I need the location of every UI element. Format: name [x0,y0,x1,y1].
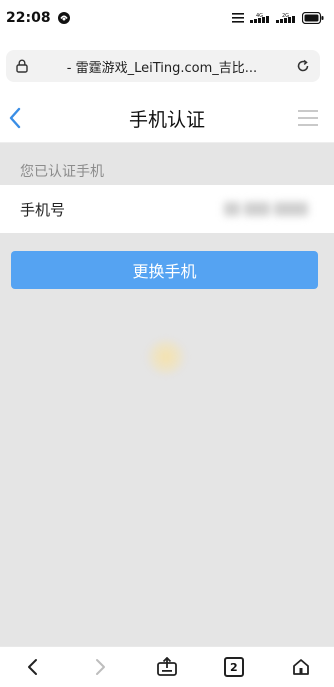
page-title-url[interactable]: - 雷霆游戏_LeiTing.com_吉比... [36,57,288,76]
signal-4g-icon: 4G [250,13,269,23]
page-header: 手机认证 [0,94,334,143]
signal-2g-icon: 2G [276,13,295,23]
nav-forward-button[interactable] [86,653,114,681]
share-icon [157,657,177,676]
battery-icon [302,12,324,24]
arrow-right-icon [96,659,106,675]
address-bar[interactable]: - 雷霆游戏_LeiTing.com_吉比... [6,50,320,82]
notification-icon [57,12,70,24]
arrow-left-icon [28,659,38,675]
status-bar: 22:08 4G 2G [0,0,334,36]
nav-home-button[interactable] [287,653,315,681]
nav-back-button[interactable] [19,653,47,681]
phone-row: 手机号 [0,185,334,233]
phone-label: 手机号 [20,200,66,219]
lock-icon [16,59,28,73]
main-content: 您已认证手机 手机号 更换手机 [0,143,334,646]
change-phone-button[interactable]: 更换手机 [11,251,318,289]
phone-number-masked [224,199,316,219]
page-title: 手机认证 [128,108,205,131]
back-icon[interactable] [6,106,26,130]
nav-share-button[interactable] [153,653,181,681]
menu-lines-icon [232,13,244,23]
home-icon [292,659,309,675]
browser-bottom-nav: 2 [0,646,334,687]
status-time: 22:08 [6,10,51,26]
section-label: 您已认证手机 [20,164,104,180]
nav-tabs-button[interactable]: 2 [220,653,248,681]
menu-icon[interactable] [296,108,320,128]
tab-count: 2 [223,657,244,677]
reload-icon[interactable] [296,59,310,73]
browser-toolbar: - 雷霆游戏_LeiTing.com_吉比... [0,36,334,94]
loading-spinner [145,339,187,375]
